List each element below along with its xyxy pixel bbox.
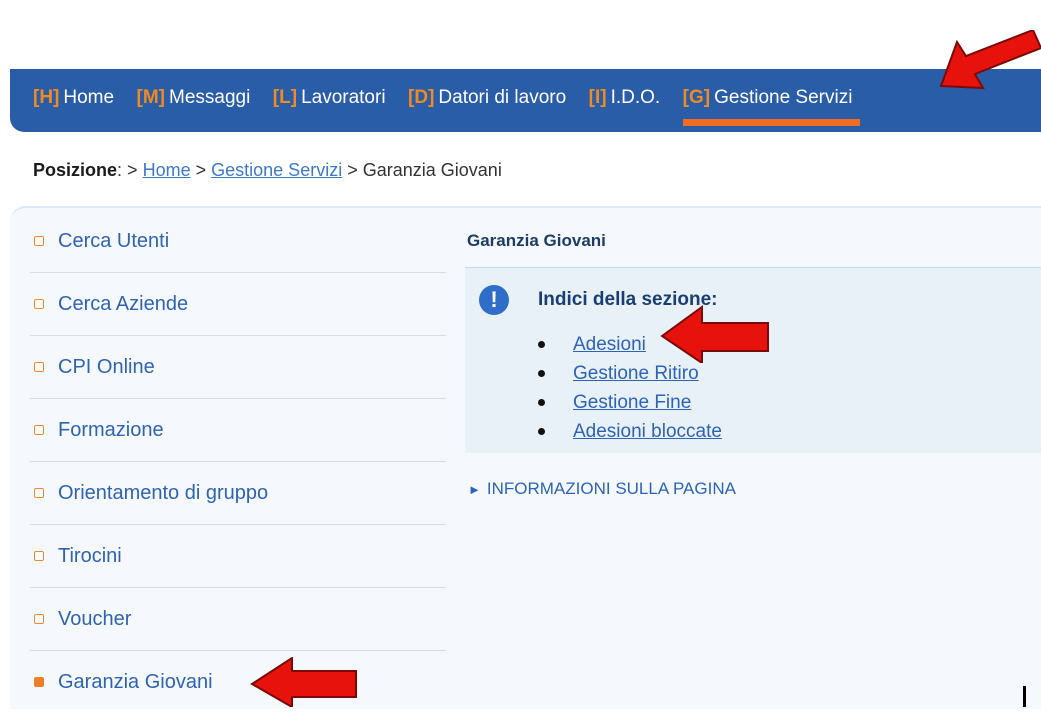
- nav-item-home[interactable]: [H] Home: [33, 86, 114, 110]
- menu-bullet-icon: [34, 236, 44, 246]
- sidebar-item-cerca-aziende[interactable]: Cerca Aziende: [30, 273, 446, 336]
- sidebar-item-orientamento-di-gruppo[interactable]: Orientamento di gruppo: [30, 462, 446, 525]
- annotation-arrow-icon: [939, 30, 1041, 90]
- menu-bullet-icon: [34, 299, 44, 309]
- nav-item-gestione-servizi[interactable]: [G] Gestione Servizi: [682, 86, 861, 126]
- list-item: Gestione Ritiro: [538, 359, 722, 388]
- link-gestione-ritiro[interactable]: Gestione Ritiro: [573, 363, 699, 385]
- menu-bullet-icon: [34, 551, 44, 561]
- text-cursor: [1023, 686, 1026, 707]
- nav-item-datori-di-lavoro[interactable]: [D] Datori di lavoro: [408, 86, 566, 110]
- list-item: Adesioni bloccate: [538, 417, 722, 446]
- breadcrumb: Posizione: > Home > Gestione Servizi > G…: [33, 160, 502, 180]
- breadcrumb-link-home[interactable]: Home: [143, 160, 191, 180]
- breadcrumb-current: Garanzia Giovani: [362, 160, 502, 180]
- link-adesioni-bloccate[interactable]: Adesioni bloccate: [573, 421, 722, 443]
- annotation-arrow-icon: [660, 305, 769, 363]
- nav-items: [H] Home [M] Messaggi [L] Lavoratori [D] Dat…: [33, 86, 870, 126]
- menu-bullet-icon: [34, 425, 44, 435]
- menu-bullet-icon: [34, 362, 44, 372]
- menu-bullet-icon: [34, 614, 44, 624]
- link-adesioni[interactable]: Adesioni: [573, 334, 646, 356]
- page-info-toggle[interactable]: ► INFORMAZIONI SULLA PAGINA: [468, 479, 736, 499]
- list-item: Gestione Fine: [538, 388, 722, 417]
- breadcrumb-link-gestione-servizi[interactable]: Gestione Servizi: [211, 160, 342, 180]
- sidebar-item-tirocini[interactable]: Tirocini: [30, 525, 446, 588]
- breadcrumb-label: Posizione: [33, 160, 118, 180]
- nav-item-lavoratori[interactable]: [L] Lavoratori: [273, 86, 386, 110]
- annotation-arrow-icon: [250, 657, 357, 707]
- nav-item-messaggi[interactable]: [M] Messaggi: [137, 86, 251, 110]
- expand-triangle-icon: ►: [468, 482, 481, 497]
- sidebar-item-cpi-online[interactable]: CPI Online: [30, 336, 446, 399]
- sidebar-menu: Cerca Utenti Cerca Aziende CPI Online Fo…: [30, 210, 446, 713]
- section-title: Garanzia Giovani: [467, 231, 606, 250]
- top-navigation-bar: [H] Home [M] Messaggi [L] Lavoratori [D] Dat…: [10, 69, 1041, 132]
- menu-bullet-icon: [34, 677, 44, 687]
- link-gestione-fine[interactable]: Gestione Fine: [573, 392, 691, 414]
- sidebar-item-cerca-utenti[interactable]: Cerca Utenti: [30, 210, 446, 273]
- nav-item-ido[interactable]: [I] I.D.O.: [589, 86, 661, 110]
- sidebar-item-formazione[interactable]: Formazione: [30, 399, 446, 462]
- menu-bullet-icon: [34, 488, 44, 498]
- info-icon: !: [479, 285, 509, 315]
- sidebar-item-voucher[interactable]: Voucher: [30, 588, 446, 651]
- sidebar-item-garanzia-giovani[interactable]: Garanzia Giovani: [30, 651, 446, 713]
